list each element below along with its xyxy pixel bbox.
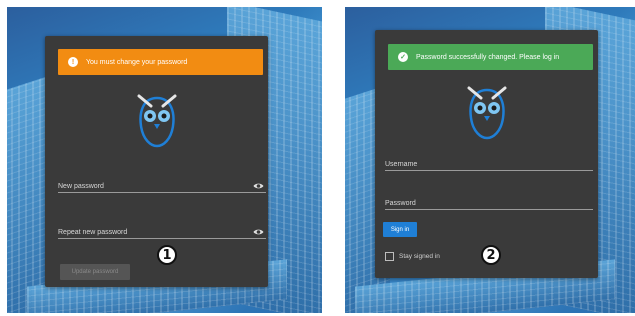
warning-banner: ! You must change your password (58, 49, 263, 75)
password-field[interactable]: Password (385, 196, 593, 210)
screen-login: ✓ Password successfully changed. Please … (345, 7, 635, 313)
repeat-password-field[interactable]: Repeat new password (58, 225, 266, 239)
password-label: Password (385, 200, 416, 207)
banner-text: You must change your password (86, 58, 188, 66)
username-label: Username (385, 161, 418, 168)
new-password-field[interactable]: New password (58, 179, 266, 193)
eye-icon[interactable] (253, 182, 264, 190)
info-icon: ! (68, 57, 78, 67)
change-password-card: ! You must change your password New pass… (45, 36, 268, 287)
check-icon: ✓ (398, 52, 408, 62)
stay-signed-in-checkbox[interactable] (385, 252, 394, 261)
repeat-password-label: Repeat new password (58, 229, 128, 236)
step-marker-2: 2 (481, 245, 501, 265)
owl-logo (467, 86, 507, 140)
sign-in-button[interactable]: Sign in (383, 222, 417, 237)
step-marker-1: 1 (157, 245, 177, 265)
banner-text: Password successfully changed. Please lo… (416, 53, 560, 61)
login-card: ✓ Password successfully changed. Please … (375, 30, 598, 278)
eye-icon[interactable] (253, 228, 264, 236)
owl-logo (137, 94, 177, 148)
stay-signed-in-label: Stay signed in (399, 253, 440, 260)
username-field[interactable]: Username (385, 157, 593, 171)
update-password-button[interactable]: Update password (60, 264, 130, 280)
success-banner: ✓ Password successfully changed. Please … (388, 44, 593, 70)
screen-change-password: ! You must change your password New pass… (7, 7, 322, 313)
stay-signed-in-row[interactable]: Stay signed in (385, 252, 440, 261)
new-password-label: New password (58, 183, 104, 190)
